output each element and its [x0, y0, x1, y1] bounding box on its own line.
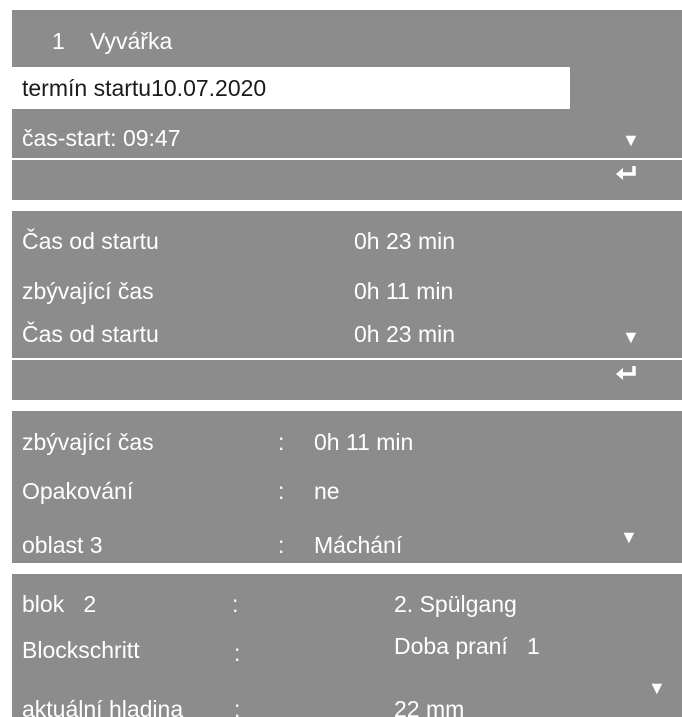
row-value: 0h 23 min — [354, 321, 456, 347]
block-info-panel: blok 2 : 2. Spülgang Blockschritt : Doba… — [12, 574, 682, 717]
start-time-row[interactable]: čas-start: 09:47 — [22, 123, 181, 153]
enter-return-icon[interactable] — [614, 163, 640, 183]
program-panel: 1 Vyvářka termín startu10.07.2020 čas-st… — [12, 10, 682, 200]
row-value: 2. Spülgang — [394, 591, 517, 617]
row-separator: : — [278, 532, 285, 558]
program-name: Vyvářka — [90, 28, 173, 54]
row-value: 22 mm — [394, 696, 465, 717]
separator-line — [12, 158, 682, 160]
row-label: Čas od startu — [22, 228, 159, 254]
row-separator: : — [234, 696, 241, 717]
down-triangle-icon[interactable]: ▼ — [648, 678, 666, 698]
row-label: Blockschritt — [22, 637, 140, 663]
program-info-panel: zbývající čas : 0h 11 min Opakování : ne… — [12, 411, 682, 563]
row-value: 0h 11 min — [314, 429, 414, 455]
row-value: 0h 23 min — [354, 228, 456, 254]
down-triangle-icon[interactable]: ▼ — [622, 327, 640, 347]
down-triangle-icon[interactable]: ▼ — [620, 527, 638, 547]
row-separator: : — [232, 591, 239, 617]
row-label: zbývající čas — [22, 278, 154, 304]
row-label: Čas od startu — [22, 321, 159, 347]
row-value: Máchání — [314, 532, 403, 558]
row-value: Doba praní 1 — [394, 633, 540, 659]
start-date-text: termín startu10.07.2020 — [22, 75, 267, 101]
program-number: 1 — [52, 28, 65, 54]
row-value: ne — [314, 478, 340, 504]
enter-return-icon[interactable] — [614, 363, 640, 383]
row-separator: : — [278, 429, 285, 455]
separator-line — [12, 358, 682, 360]
row-value: 0h 11 min — [354, 278, 454, 304]
row-separator: : — [234, 640, 241, 666]
row-label: oblast 3 — [22, 532, 103, 558]
row-separator: : — [278, 478, 285, 504]
time-panel: Čas od startu 0h 23 min zbývající čas 0h… — [12, 211, 682, 400]
row-label: aktuální hladina — [22, 696, 184, 717]
row-label: Opakování — [22, 478, 134, 504]
start-date-row[interactable]: termín startu10.07.2020 — [12, 67, 570, 109]
row-label: zbývající čas — [22, 429, 154, 455]
row-label: blok 2 — [22, 591, 97, 617]
down-triangle-icon[interactable]: ▼ — [622, 130, 640, 150]
